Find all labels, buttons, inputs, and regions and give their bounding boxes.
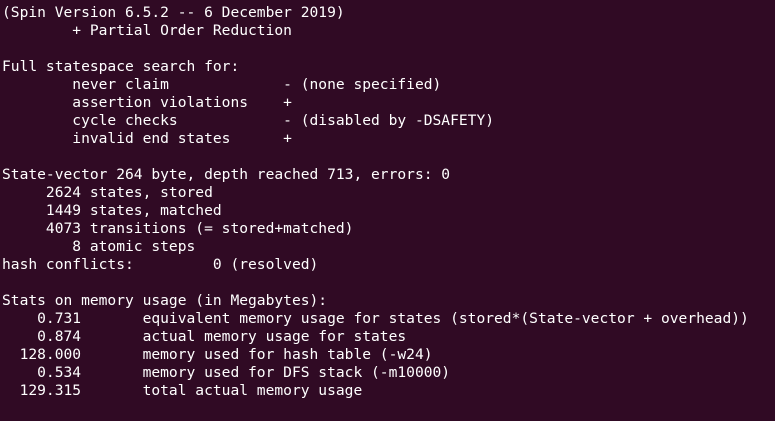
terminal-output[interactable]: (Spin Version 6.5.2 -- 6 December 2019) … (0, 0, 775, 421)
cycle-checks-line: cycle checks - (disabled by -DSAFETY) (2, 112, 495, 129)
search-heading-line: Full statespace search for: (2, 58, 240, 75)
spin-version-line: (Spin Version 6.5.2 -- 6 December 2019) (2, 4, 345, 21)
memory-stats-heading-line: Stats on memory usage (in Megabytes): (2, 292, 328, 309)
never-claim-line: never claim - (none specified) (2, 76, 442, 93)
hash-table-memory-line: 128.000 memory used for hash table (-w24… (2, 346, 433, 363)
total-memory-line: 129.315 total actual memory usage (2, 382, 363, 399)
state-vector-line: State-vector 264 byte, depth reached 713… (2, 166, 451, 183)
dfs-stack-memory-line: 0.534 memory used for DFS stack (-m10000… (2, 364, 451, 381)
invalid-end-states-line: invalid end states + (2, 130, 292, 147)
partial-order-reduction-line: + Partial Order Reduction (2, 22, 292, 39)
actual-memory-line: 0.874 actual memory usage for states (2, 328, 407, 345)
transitions-line: 4073 transitions (= stored+matched) (2, 220, 354, 237)
states-stored-line: 2624 states, stored (2, 184, 213, 201)
hash-conflicts-line: hash conflicts: 0 (resolved) (2, 256, 319, 273)
equivalent-memory-line: 0.731 equivalent memory usage for states… (2, 310, 749, 327)
states-matched-line: 1449 states, matched (2, 202, 222, 219)
atomic-steps-line: 8 atomic steps (2, 238, 196, 255)
assertion-violations-line: assertion violations + (2, 94, 292, 111)
